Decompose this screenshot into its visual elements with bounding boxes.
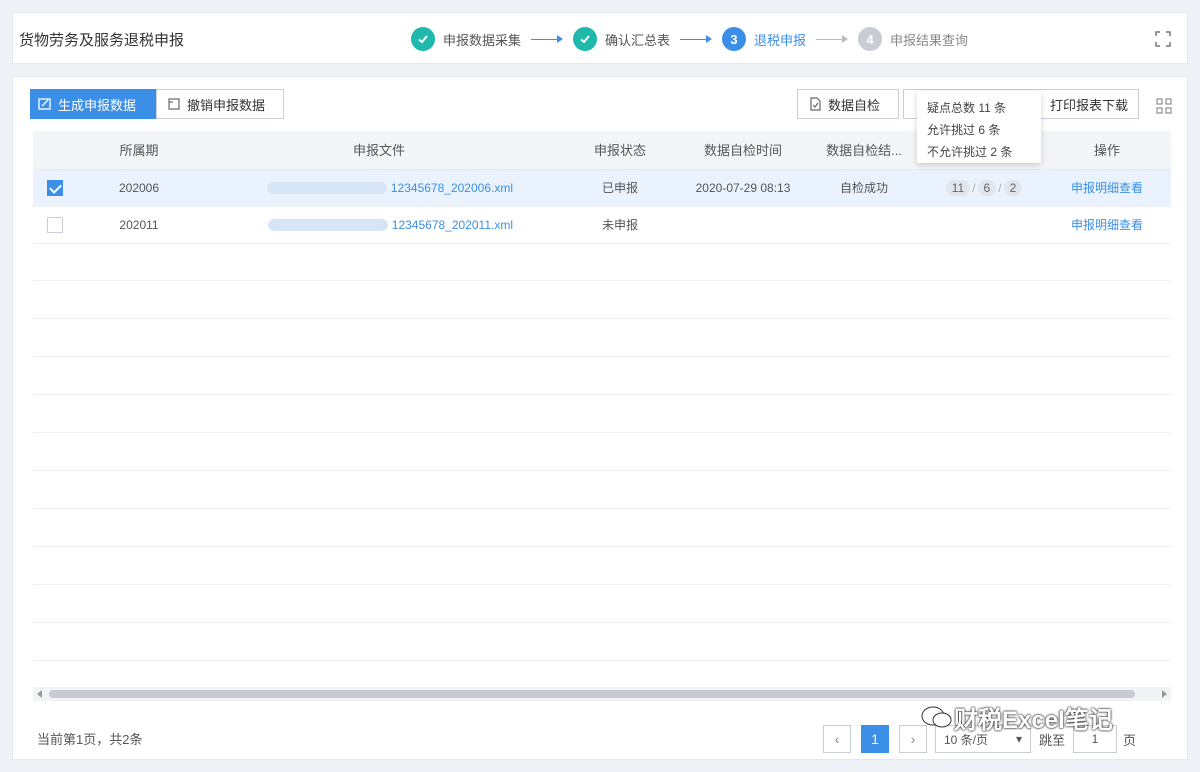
arrow-icon (531, 35, 564, 43)
cell-period: 202006 (77, 169, 201, 207)
main-panel: 生成申报数据 撤销申报数据 数据自检 打印报表下载 疑点总数 11 条 允许挑过… (12, 76, 1188, 760)
redacted-block (266, 182, 387, 195)
step-2-label: 确认汇总表 (605, 32, 671, 48)
count-not-allowed[interactable]: 2 (1003, 179, 1023, 196)
header-bar: 货物劳务及服务退税申报 申报数据采集 确认汇总表 3 退税申报 4 申报结果查询 (12, 12, 1188, 64)
page-title: 货物劳务及服务退税申报 (19, 32, 185, 49)
table-row[interactable]: 202011 12345678_202011.xml 未申报 申报明细查看 (33, 206, 1171, 244)
step-3-label: 退税申报 (754, 32, 807, 48)
step-3-number: 3 (722, 27, 747, 51)
cell-counts[interactable]: 11/6/2 (925, 169, 1043, 207)
step-4: 4 申报结果查询 (858, 27, 968, 51)
arrow-icon (680, 35, 713, 43)
header-status[interactable]: 申报状态 (557, 131, 683, 170)
file-link[interactable]: 12345678_202011.xml (392, 218, 513, 232)
row-checkbox[interactable] (47, 179, 63, 196)
page-suffix: 页 (1123, 732, 1137, 748)
generate-data-button[interactable]: 生成申报数据 (30, 89, 156, 119)
wechat-icon (921, 706, 952, 727)
check-summary-tooltip: 疑点总数 11 条 允许挑过 6 条 不允许挑过 2 条 (917, 91, 1041, 163)
step-3: 3 退税申报 (722, 27, 806, 51)
step-1-label: 申报数据采集 (443, 32, 522, 48)
document-icon (810, 97, 821, 111)
step-4-number: 4 (858, 27, 883, 51)
cell-check-result (803, 206, 925, 244)
header-action: 操作 (1043, 131, 1171, 170)
check-icon (411, 27, 435, 51)
cell-counts (925, 206, 1043, 244)
step-progress: 申报数据采集 确认汇总表 3 退税申报 4 申报结果查询 (411, 25, 968, 53)
scroll-left-icon[interactable] (37, 690, 42, 698)
cell-period: 202011 (77, 206, 201, 244)
tooltip-allowed: 允许挑过 6 条 (927, 123, 1001, 137)
step-1: 申报数据采集 (411, 27, 521, 51)
file-link[interactable]: 12345678_202006.xml (391, 181, 513, 195)
view-detail-link[interactable]: 申报明细查看 (1071, 218, 1143, 232)
expand-icon[interactable] (1153, 29, 1173, 49)
watermark: 财税Excel笔记 (920, 700, 1113, 735)
edit-icon (38, 98, 51, 110)
arrow-icon (816, 35, 849, 43)
print-download-label: 打印报表下载 (1049, 97, 1128, 113)
cell-check-result: 自检成功 (803, 169, 925, 207)
prev-page-button[interactable]: ‹ (823, 725, 851, 753)
grid-icon[interactable] (1155, 97, 1173, 115)
generate-data-label: 生成申报数据 (58, 97, 137, 113)
header-check-result[interactable]: 数据自检结... (803, 131, 925, 170)
cell-status: 未申报 (557, 206, 683, 244)
empty-table-area (33, 243, 1171, 661)
count-total[interactable]: 11 (945, 179, 971, 196)
redacted-block (267, 219, 388, 232)
header-period[interactable]: 所属期 (77, 131, 201, 170)
self-check-label: 数据自检 (828, 97, 881, 113)
revoke-data-label: 撤销申报数据 (187, 97, 266, 113)
tooltip-total: 疑点总数 11 条 (927, 101, 1007, 115)
table-row[interactable]: 202006 12345678_202006.xml 已申报 2020-07-2… (33, 169, 1171, 207)
undo-icon (168, 98, 180, 110)
header-file[interactable]: 申报文件 (201, 131, 557, 170)
tooltip-not-allowed: 不允许挑过 2 条 (927, 145, 1013, 159)
cell-status: 已申报 (557, 169, 683, 207)
step-2: 确认汇总表 (573, 27, 670, 51)
page-1-button[interactable]: 1 (861, 725, 889, 753)
cell-check-time (683, 206, 803, 244)
scrollbar-thumb[interactable] (49, 690, 1135, 698)
cell-check-time: 2020-07-29 08:13 (683, 169, 803, 207)
horizontal-scrollbar[interactable] (33, 687, 1171, 701)
revoke-data-button[interactable]: 撤销申报数据 (156, 89, 284, 119)
step-4-label: 申报结果查询 (890, 32, 969, 48)
pagination-summary: 当前第1页，共2条 (37, 732, 143, 747)
check-icon (573, 27, 598, 51)
watermark-text: 财税Excel笔记 (954, 707, 1113, 734)
self-check-button[interactable]: 数据自检 (797, 89, 899, 119)
scroll-right-icon[interactable] (1162, 690, 1167, 698)
count-allowed[interactable]: 6 (977, 179, 997, 196)
header-check-time[interactable]: 数据自检时间 (683, 131, 803, 170)
view-detail-link[interactable]: 申报明细查看 (1071, 181, 1143, 195)
header-select (33, 131, 77, 170)
row-checkbox[interactable] (47, 216, 63, 233)
